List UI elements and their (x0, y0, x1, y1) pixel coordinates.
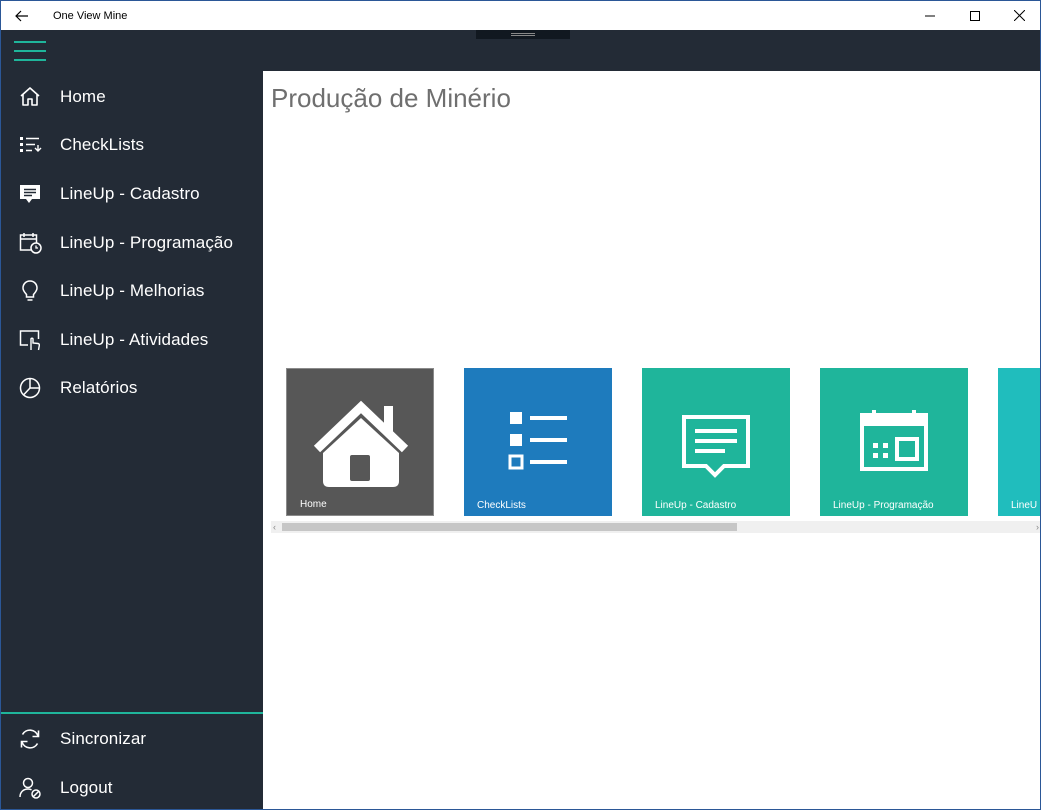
hamburger-menu-icon[interactable] (14, 41, 46, 61)
home-icon (313, 400, 409, 487)
drag-grip-handle[interactable] (476, 30, 570, 39)
calendar-icon (860, 410, 928, 471)
scroll-right-icon[interactable]: › (1036, 521, 1039, 533)
sidebar-item-logout[interactable]: Logout (1, 764, 263, 809)
main-content: Produção de Minério Home CheckLists Line… (263, 71, 1040, 809)
tile-strip: Home CheckLists LineUp - Cadastro LineUp… (286, 368, 1040, 516)
window-title: One View Mine (53, 9, 128, 22)
sidebar-item-label: Logout (60, 778, 113, 797)
maximize-icon[interactable] (952, 1, 997, 30)
scrollbar-thumb[interactable] (282, 523, 737, 531)
tile-label: Home (300, 499, 327, 510)
tile-home[interactable]: Home (286, 368, 434, 516)
sidebar-item-label: Home (60, 87, 106, 106)
sidebar-item-lineup-programacao[interactable]: LineUp - Programação (1, 219, 263, 267)
checklist-icon (18, 133, 42, 157)
title-bar: One View Mine (1, 1, 1040, 30)
sidebar-item-label: Sincronizar (60, 729, 147, 748)
scroll-left-icon[interactable]: ‹ (273, 521, 276, 533)
tile-lineup-cadastro[interactable]: LineUp - Cadastro (642, 368, 790, 516)
app-header (1, 30, 1040, 71)
tile-checklists[interactable]: CheckLists (464, 368, 612, 516)
sync-icon (18, 727, 42, 751)
sidebar-item-sincronizar[interactable]: Sincronizar (1, 715, 263, 763)
sidebar-item-lineup-cadastro[interactable]: LineUp - Cadastro (1, 170, 263, 218)
window-controls (907, 1, 1040, 30)
sidebar-item-home[interactable]: Home (1, 73, 263, 121)
page-title: Produção de Minério (271, 83, 511, 113)
touch-screen-icon (18, 328, 42, 352)
app-window: One View Mine Home CheckLists LineUp - C… (0, 0, 1041, 810)
list-icon (508, 412, 567, 470)
sidebar-item-label: LineUp - Programação (60, 233, 234, 252)
sidebar-divider (1, 712, 263, 714)
message-icon (682, 415, 750, 478)
sidebar-item-label: Relatórios (60, 378, 138, 397)
minimize-icon[interactable] (907, 1, 952, 30)
sidebar-item-label: LineUp - Atividades (60, 330, 209, 349)
sidebar-item-label: LineUp - Melhorias (60, 281, 205, 300)
sidebar-item-label: CheckLists (60, 135, 145, 154)
tile-label: LineU (1011, 500, 1038, 511)
sidebar-item-lineup-melhorias[interactable]: LineUp - Melhorias (1, 267, 263, 315)
sidebar: Home CheckLists LineUp - Cadastro LineUp… (1, 71, 263, 809)
horizontal-scrollbar[interactable]: ‹ › (271, 521, 1040, 533)
sidebar-item-relatorios[interactable]: Relatórios (1, 364, 263, 412)
sidebar-item-label: LineUp - Cadastro (60, 184, 200, 203)
message-icon (18, 182, 42, 206)
tile-partial[interactable]: LineU (998, 368, 1040, 516)
tile-label: LineUp - Programação (833, 500, 934, 511)
tile-label: CheckLists (477, 500, 526, 511)
sidebar-item-checklists[interactable]: CheckLists (1, 121, 263, 169)
back-arrow-icon[interactable] (1, 1, 43, 30)
calendar-clock-icon (18, 231, 42, 255)
home-icon (18, 85, 42, 109)
pie-chart-icon (18, 376, 42, 400)
user-logout-icon (18, 776, 42, 800)
sidebar-item-lineup-atividades[interactable]: LineUp - Atividades (1, 316, 263, 364)
tile-label: LineUp - Cadastro (655, 500, 737, 511)
close-icon[interactable] (997, 1, 1040, 30)
tile-lineup-programacao[interactable]: LineUp - Programação (820, 368, 968, 516)
lightbulb-icon (18, 279, 42, 303)
